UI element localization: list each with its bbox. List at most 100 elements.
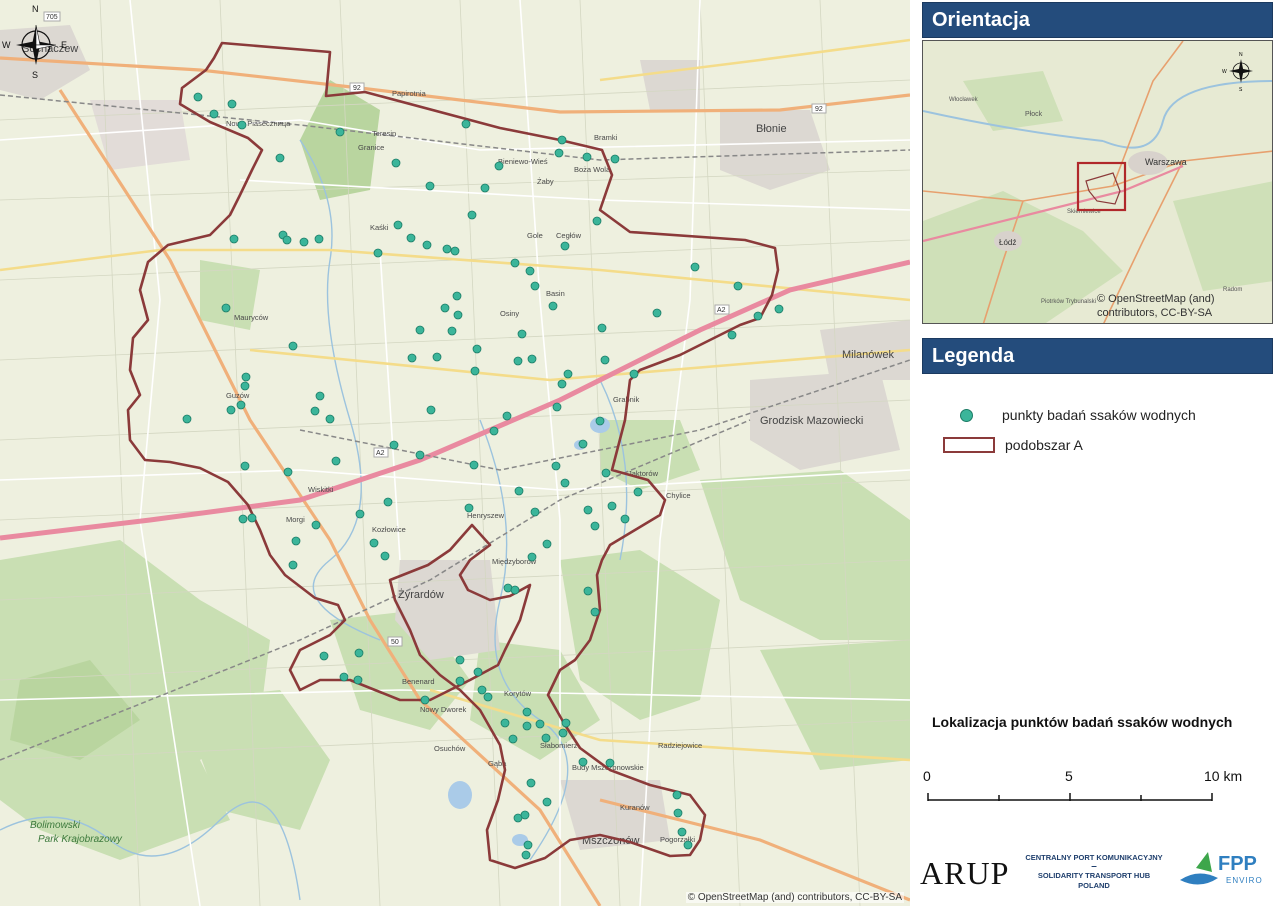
survey-point[interactable]	[583, 586, 593, 596]
survey-point[interactable]	[541, 733, 551, 743]
main-map[interactable]: 92 92 A2 A2 50 705 Sochaczew Błonie Żyrard…	[0, 0, 910, 906]
survey-point[interactable]	[240, 381, 250, 391]
survey-point[interactable]	[527, 354, 537, 364]
survey-point[interactable]	[578, 757, 588, 767]
survey-point[interactable]	[525, 266, 535, 276]
survey-point[interactable]	[526, 778, 536, 788]
survey-point[interactable]	[237, 120, 247, 130]
survey-point[interactable]	[561, 718, 571, 728]
survey-point[interactable]	[432, 352, 442, 362]
survey-point[interactable]	[226, 405, 236, 415]
survey-point[interactable]	[558, 728, 568, 738]
survey-point[interactable]	[527, 552, 537, 562]
survey-point[interactable]	[339, 672, 349, 682]
survey-point[interactable]	[557, 135, 567, 145]
survey-point[interactable]	[461, 119, 471, 129]
survey-point[interactable]	[247, 513, 257, 523]
survey-point[interactable]	[393, 220, 403, 230]
survey-point[interactable]	[489, 426, 499, 436]
survey-point[interactable]	[193, 92, 203, 102]
survey-point[interactable]	[467, 210, 477, 220]
survey-point[interactable]	[182, 414, 192, 424]
survey-point[interactable]	[406, 233, 416, 243]
survey-point[interactable]	[510, 585, 520, 595]
survey-point[interactable]	[500, 718, 510, 728]
survey-point[interactable]	[442, 244, 452, 254]
survey-point[interactable]	[530, 281, 540, 291]
survey-point[interactable]	[355, 509, 365, 519]
survey-point[interactable]	[469, 460, 479, 470]
survey-point[interactable]	[521, 850, 531, 860]
survey-point[interactable]	[420, 695, 430, 705]
survey-point[interactable]	[353, 675, 363, 685]
survey-point[interactable]	[299, 237, 309, 247]
survey-point[interactable]	[557, 379, 567, 389]
survey-point[interactable]	[464, 503, 474, 513]
survey-point[interactable]	[240, 461, 250, 471]
survey-point[interactable]	[592, 216, 602, 226]
survey-point[interactable]	[629, 369, 639, 379]
survey-point[interactable]	[291, 536, 301, 546]
survey-point[interactable]	[605, 758, 615, 768]
survey-point[interactable]	[510, 258, 520, 268]
survey-point[interactable]	[633, 487, 643, 497]
survey-point[interactable]	[473, 667, 483, 677]
survey-point[interactable]	[607, 501, 617, 511]
survey-point[interactable]	[542, 539, 552, 549]
survey-point[interactable]	[535, 719, 545, 729]
survey-point[interactable]	[520, 810, 530, 820]
survey-point[interactable]	[373, 248, 383, 258]
survey-point[interactable]	[453, 310, 463, 320]
survey-point[interactable]	[389, 440, 399, 450]
survey-point[interactable]	[380, 551, 390, 561]
survey-point[interactable]	[683, 840, 693, 850]
survey-point[interactable]	[425, 181, 435, 191]
survey-point[interactable]	[422, 240, 432, 250]
survey-point[interactable]	[319, 651, 329, 661]
survey-point[interactable]	[440, 303, 450, 313]
survey-point[interactable]	[595, 416, 605, 426]
survey-point[interactable]	[241, 372, 251, 382]
survey-point[interactable]	[494, 161, 504, 171]
survey-point[interactable]	[325, 414, 335, 424]
survey-point[interactable]	[238, 514, 248, 524]
survey-point[interactable]	[522, 707, 532, 717]
survey-point[interactable]	[310, 406, 320, 416]
survey-point[interactable]	[383, 497, 393, 507]
survey-point[interactable]	[514, 486, 524, 496]
survey-point[interactable]	[523, 840, 533, 850]
survey-point[interactable]	[727, 330, 737, 340]
survey-point[interactable]	[415, 325, 425, 335]
survey-point[interactable]	[288, 341, 298, 351]
survey-point[interactable]	[583, 505, 593, 515]
survey-point[interactable]	[452, 291, 462, 301]
survey-point[interactable]	[354, 648, 364, 658]
survey-point[interactable]	[620, 514, 630, 524]
survey-point[interactable]	[673, 808, 683, 818]
survey-point[interactable]	[601, 468, 611, 478]
survey-point[interactable]	[455, 676, 465, 686]
survey-point[interactable]	[690, 262, 700, 272]
survey-point[interactable]	[672, 790, 682, 800]
survey-point[interactable]	[733, 281, 743, 291]
survey-point[interactable]	[597, 323, 607, 333]
survey-point[interactable]	[283, 467, 293, 477]
survey-point[interactable]	[517, 329, 527, 339]
survey-point[interactable]	[275, 153, 285, 163]
survey-point[interactable]	[774, 304, 784, 314]
survey-point[interactable]	[480, 183, 490, 193]
survey-point[interactable]	[590, 607, 600, 617]
survey-point[interactable]	[447, 326, 457, 336]
survey-point[interactable]	[530, 507, 540, 517]
survey-point[interactable]	[369, 538, 379, 548]
survey-point[interactable]	[229, 234, 239, 244]
survey-point[interactable]	[563, 369, 573, 379]
survey-point[interactable]	[455, 655, 465, 665]
survey-point[interactable]	[426, 405, 436, 415]
survey-point[interactable]	[551, 461, 561, 471]
survey-point[interactable]	[548, 301, 558, 311]
survey-point[interactable]	[209, 109, 219, 119]
survey-point[interactable]	[522, 721, 532, 731]
survey-point[interactable]	[227, 99, 237, 109]
survey-point[interactable]	[560, 241, 570, 251]
